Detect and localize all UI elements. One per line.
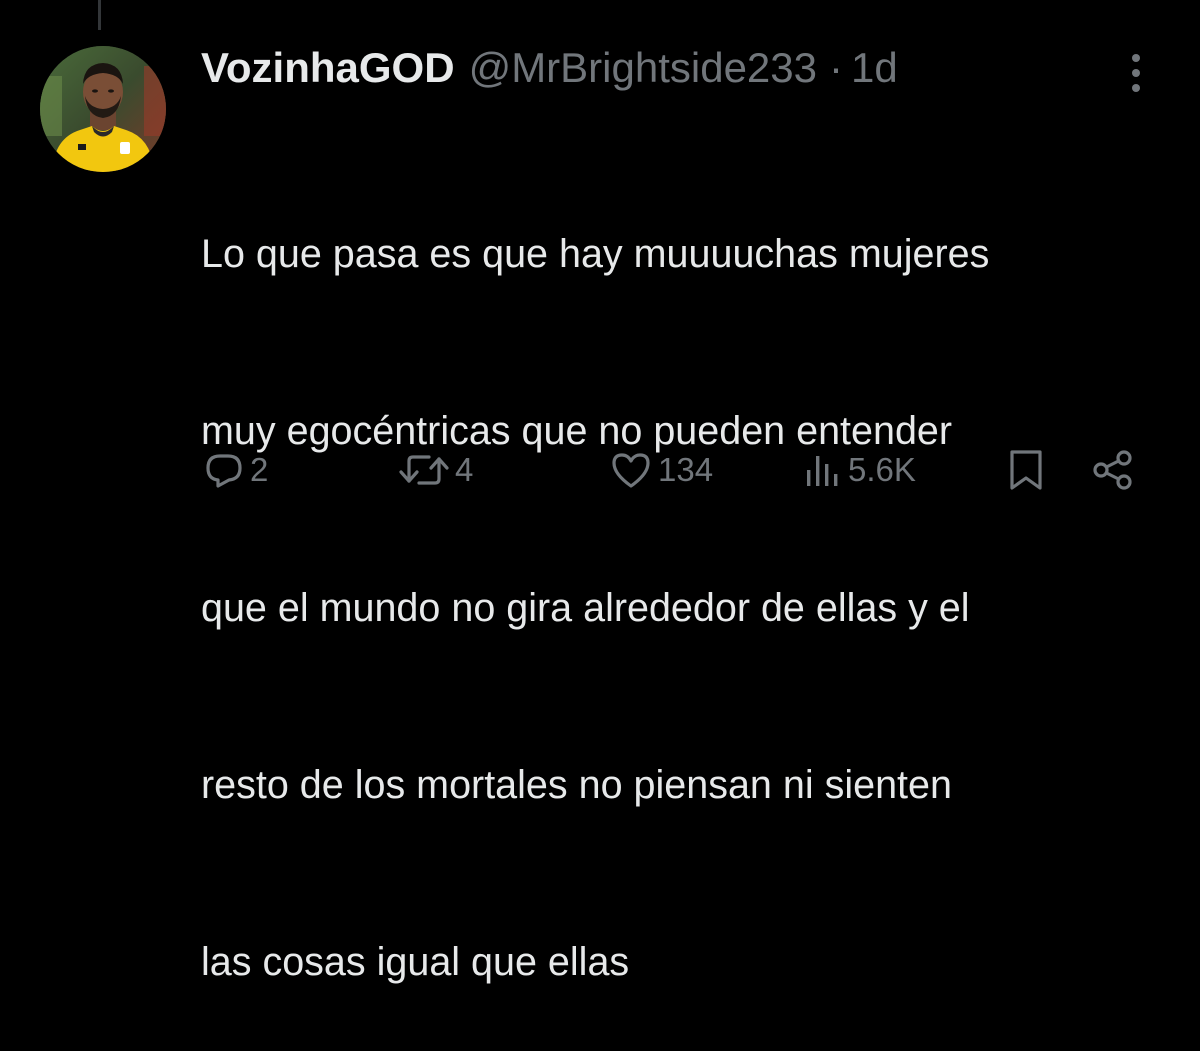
more-dots-icon (1132, 54, 1140, 92)
tweet-text-line: las cosas igual que ellas (201, 940, 630, 984)
tweet-timestamp[interactable]: 1d (851, 44, 898, 92)
share-icon (1093, 450, 1132, 490)
separator-dot: · (829, 44, 844, 91)
views-count: 5.6K (848, 451, 916, 488)
user-handle[interactable]: @MrBrightside233 (469, 44, 817, 92)
tweet-text-line: resto de los mortales no piensan ni sien… (201, 763, 952, 807)
tweet-text-line: que el mundo no gira alrededor de ellas … (201, 586, 970, 630)
heart-icon (612, 453, 650, 488)
more-options-button[interactable] (1118, 50, 1154, 96)
thread-connector-line (98, 0, 101, 30)
tweet-actions-bar: 2 4 134 5.6K (0, 440, 1200, 500)
retweet-icon (399, 455, 449, 485)
retweet-count: 4 (455, 451, 474, 488)
bookmark-icon (1010, 450, 1042, 490)
reply-button[interactable]: 2 (202, 440, 268, 500)
share-button[interactable] (1090, 448, 1136, 497)
tweet-text-line: Lo que pasa es que hay muuuuchas mujeres (201, 232, 990, 276)
avatar[interactable] (40, 46, 166, 172)
like-button[interactable]: 134 (608, 440, 713, 500)
retweet-button[interactable]: 4 (397, 440, 473, 500)
display-name[interactable]: VozinhaGOD (201, 44, 455, 92)
views-icon (807, 456, 838, 486)
reply-count: 2 (250, 451, 269, 488)
bookmark-button[interactable] (1006, 448, 1046, 497)
views-button[interactable]: 5.6K (800, 440, 916, 500)
tweet-text: Lo que pasa es que hay muuuuchas mujeres… (201, 107, 1181, 1051)
like-count: 134 (658, 451, 714, 488)
reply-icon (206, 454, 242, 488)
tweet-header: VozinhaGOD @MrBrightside233 · 1d (201, 40, 898, 96)
